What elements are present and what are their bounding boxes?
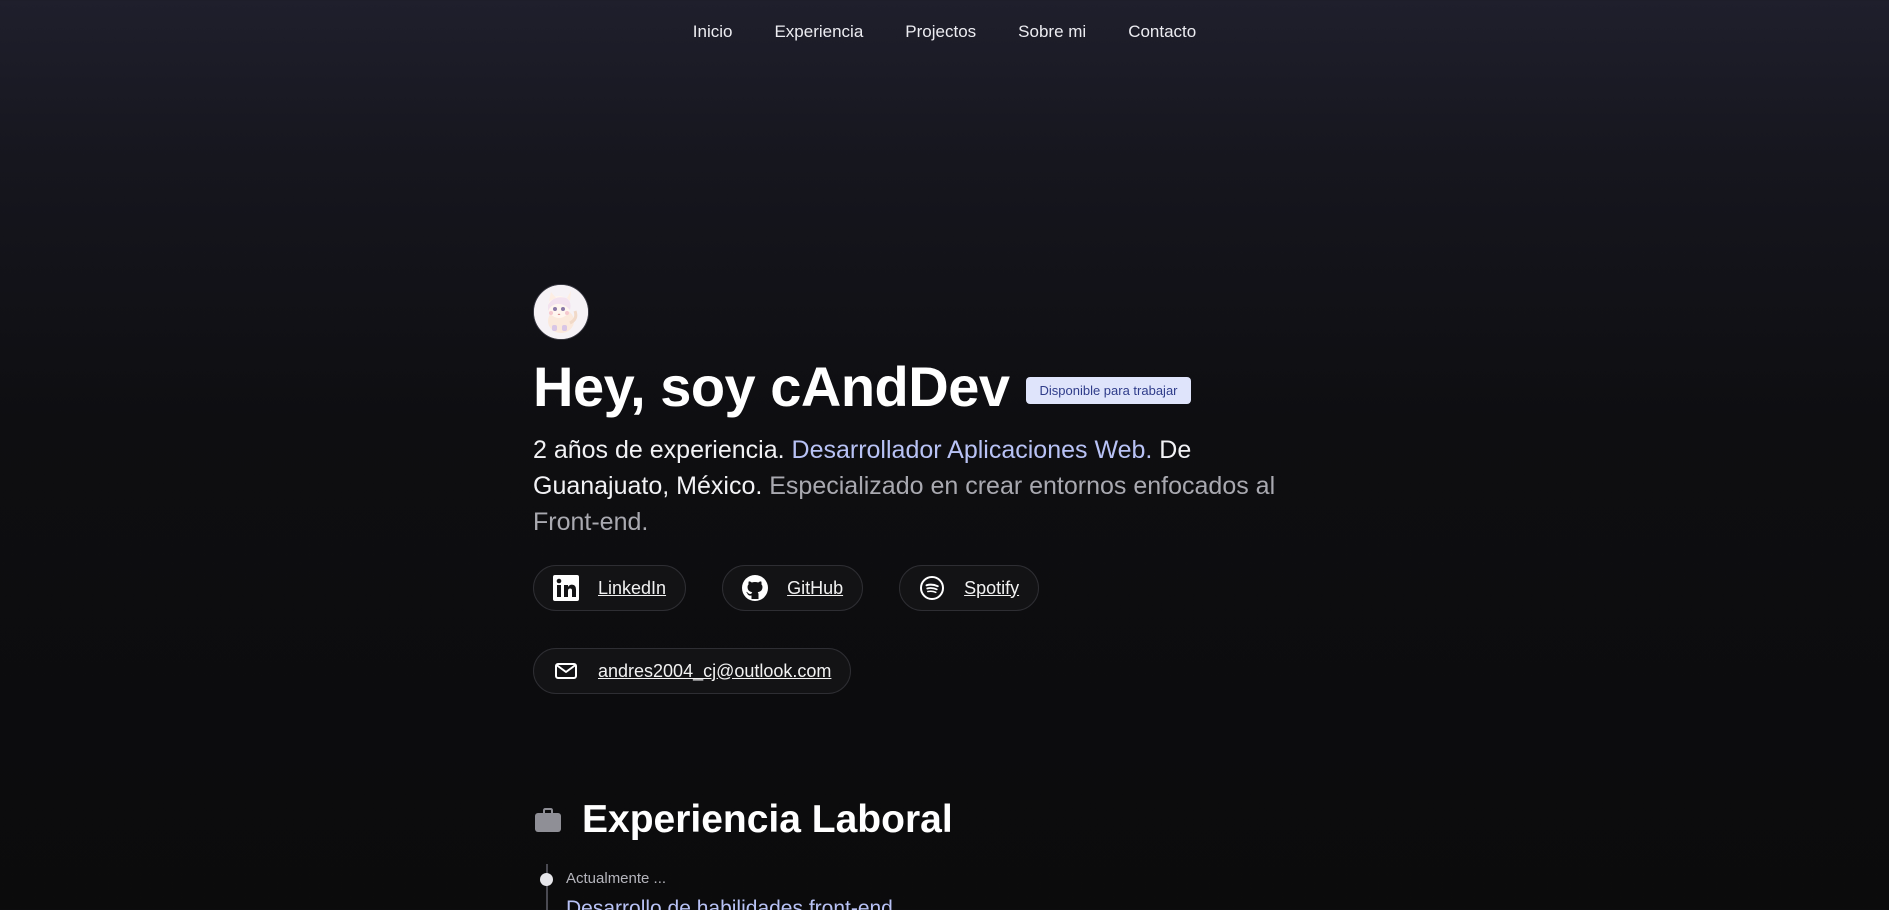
timeline-line <box>546 864 548 910</box>
email-row: andres2004_cj@outlook.com <box>533 648 1353 694</box>
intro-text: 2 años de experiencia. Desarrollador Apl… <box>533 432 1333 540</box>
experience-section: Experiencia Laboral Actualmente ... Desa… <box>533 796 1353 910</box>
spotify-label: Spotify <box>964 577 1020 598</box>
linkedin-button[interactable]: LinkedIn <box>533 565 687 611</box>
title-row: Hey, soy cAndDev Disponible para trabaja… <box>533 356 1353 418</box>
email-button[interactable]: andres2004_cj@outlook.com <box>533 648 852 694</box>
timeline-title[interactable]: Desarrollo de habilidades front-end <box>566 894 1353 910</box>
nav-item-inicio[interactable]: Inicio <box>672 20 754 44</box>
page-title: Hey, soy cAndDev <box>533 355 1010 418</box>
nav-item-projectos[interactable]: Projectos <box>884 20 997 44</box>
experience-header: Experiencia Laboral <box>533 796 1353 844</box>
briefcase-icon <box>533 805 563 835</box>
github-icon <box>741 574 769 602</box>
mail-icon <box>552 657 580 685</box>
experience-heading: Experiencia Laboral <box>582 798 953 841</box>
timeline-dot <box>540 873 553 886</box>
spotify-icon <box>918 574 946 602</box>
experience-timeline: Actualmente ... Desarrollo de habilidade… <box>533 864 1353 910</box>
intro-role: Desarrollador Aplicaciones Web. <box>791 436 1153 464</box>
nav-item-experiencia[interactable]: Experiencia <box>753 20 884 44</box>
github-button[interactable]: GitHub <box>722 565 864 611</box>
intro-experience: 2 años de experiencia. <box>533 436 792 464</box>
linkedin-icon <box>552 574 580 602</box>
email-label: andres2004_cj@outlook.com <box>598 660 832 681</box>
linkedin-label: LinkedIn <box>598 577 667 598</box>
avatar <box>533 284 589 340</box>
nav-item-contacto[interactable]: Contacto <box>1107 20 1217 44</box>
github-label: GitHub <box>787 577 844 598</box>
hero-section: Hey, soy cAndDev Disponible para trabaja… <box>533 284 1353 694</box>
availability-badge: Disponible para trabajar <box>1026 376 1191 404</box>
timeline-date: Actualmente ... <box>566 870 667 887</box>
main-nav: Inicio Experiencia Projectos Sobre mi Co… <box>0 20 1889 44</box>
spotify-button[interactable]: Spotify <box>899 565 1040 611</box>
social-links: LinkedIn GitHub Spotify <box>533 565 1353 611</box>
avatar-illustration <box>534 285 588 339</box>
nav-item-sobre-mi[interactable]: Sobre mi <box>997 20 1107 44</box>
